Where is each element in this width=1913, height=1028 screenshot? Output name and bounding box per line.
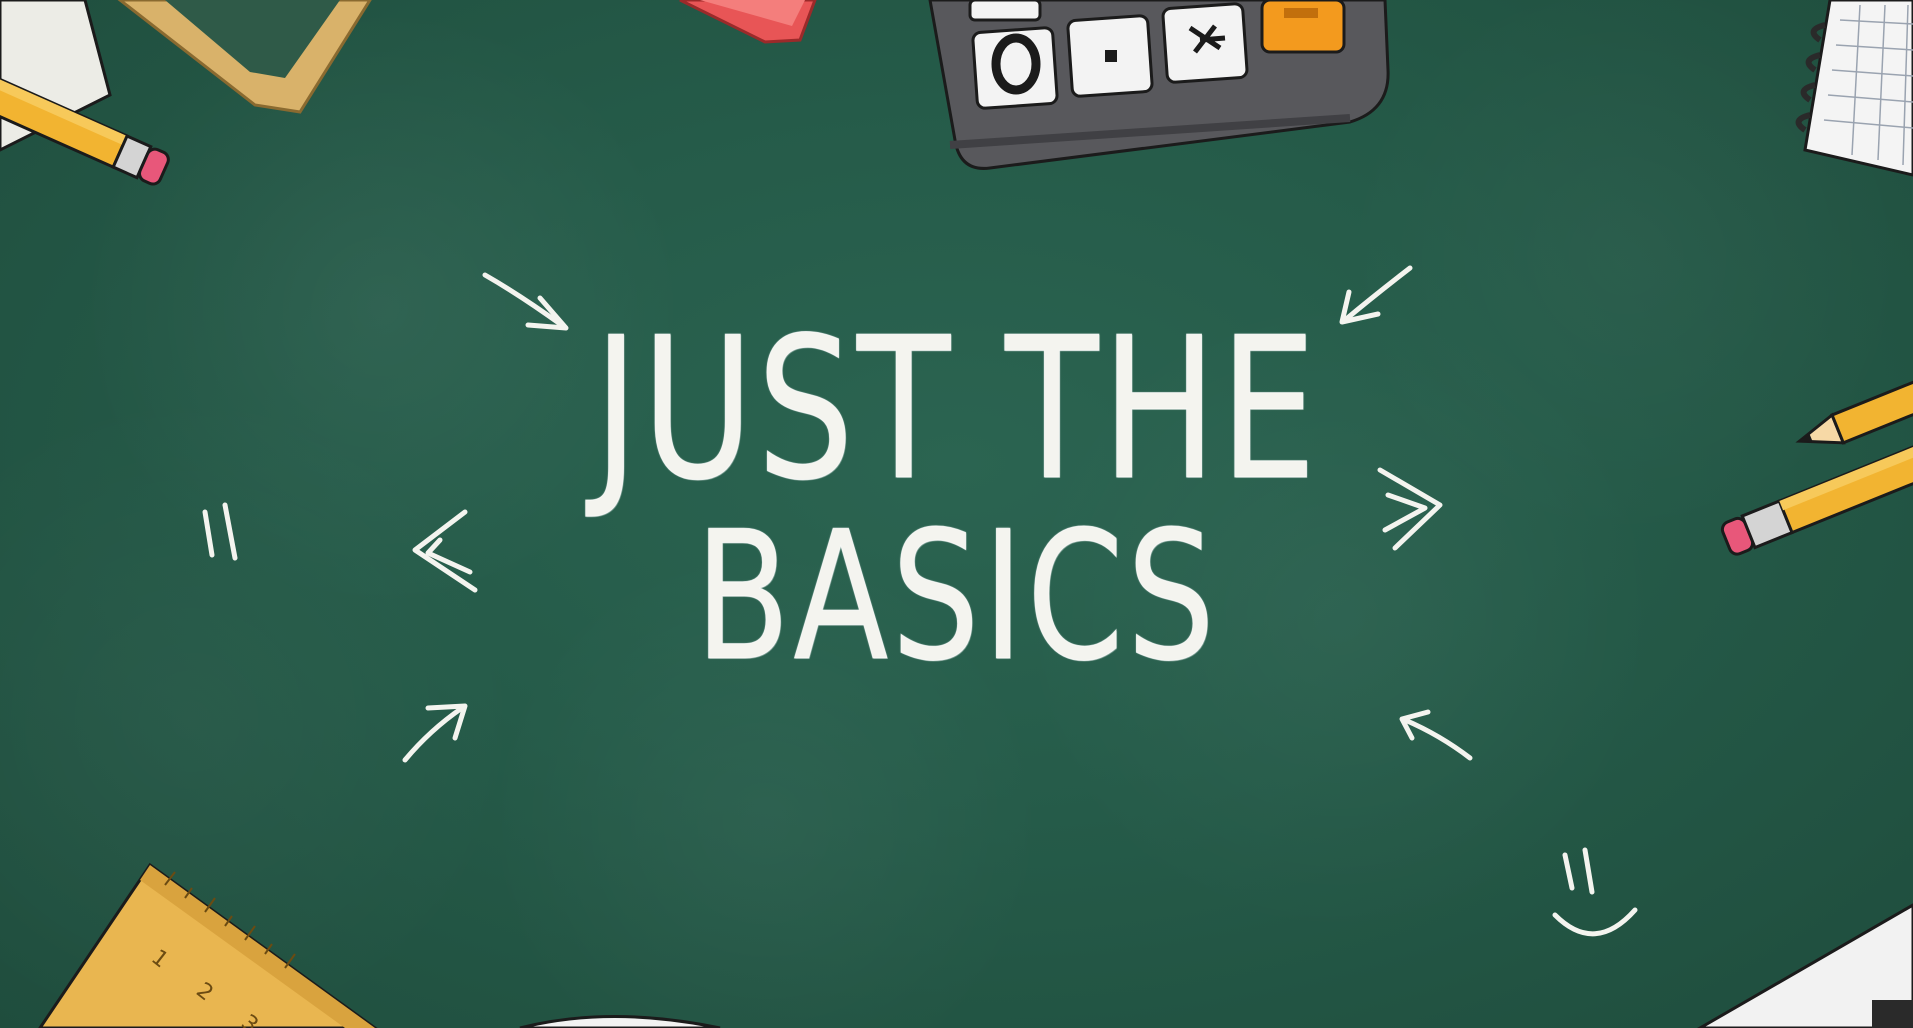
calculator-key-orange: [1260, 0, 1346, 54]
video-frame: 1 2 3 JUST THE BASICS: [0, 0, 1913, 1028]
book-icon: [679, 0, 817, 44]
smiley-icon: [1552, 847, 1638, 937]
paper-sheet-bottom-right: [1697, 903, 1913, 1028]
ruler-icon: 1 2 3: [38, 862, 378, 1028]
calculator-key-zero: [971, 26, 1059, 110]
arrow-icon: [402, 703, 468, 763]
arrow-icon: [1399, 709, 1473, 761]
pencil-icon: [1720, 431, 1913, 556]
calculator-icon: [928, 0, 1390, 170]
calculator-key: [1161, 2, 1249, 84]
pencil-icon: [1795, 360, 1913, 445]
notebook-icon: [1795, 0, 1913, 177]
title-line-1: JUST THE: [593, 296, 1320, 524]
round-object-edge: [519, 1015, 721, 1028]
title-line-2: BASICS: [694, 493, 1219, 700]
mini-chalkboard-icon: [117, 0, 372, 114]
calculator-key: [1066, 14, 1154, 98]
